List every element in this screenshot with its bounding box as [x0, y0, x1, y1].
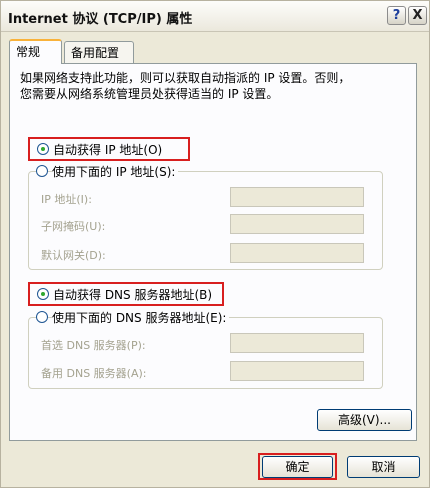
window-title: Internet 协议 (TCP/IP) 属性 — [8, 12, 193, 27]
default-gateway-field[interactable] — [230, 243, 364, 263]
description-text: 如果网络支持此功能，则可以获取自动指派的 IP 设置。否则， 您需要从网络系统管… — [20, 70, 400, 102]
default-gateway-label: 默认网关(D): — [41, 249, 106, 262]
auto-dns-radio[interactable] — [37, 288, 49, 300]
manual-dns-label[interactable]: 使用下面的 DNS 服务器地址(E): — [52, 309, 230, 326]
auto-ip-label[interactable]: 自动获得 IP 地址(O) — [53, 141, 162, 158]
advanced-button[interactable]: 高级(V)... — [317, 409, 412, 431]
tab-alternate-configuration[interactable]: 备用配置 — [64, 41, 134, 63]
alternate-dns-field[interactable] — [230, 361, 364, 381]
help-button[interactable]: ? — [387, 6, 406, 25]
auto-dns-label[interactable]: 自动获得 DNS 服务器地址(B) — [53, 286, 212, 303]
help-icon: ? — [392, 8, 401, 23]
preferred-dns-field[interactable] — [230, 333, 364, 353]
auto-ip-radio[interactable] — [37, 143, 49, 155]
subnet-mask-field[interactable] — [230, 214, 364, 234]
title-bar[interactable]: Internet 协议 (TCP/IP) 属性 ? X — [1, 1, 429, 32]
close-button[interactable]: X — [408, 6, 427, 25]
cancel-button[interactable]: 取消 — [347, 456, 420, 478]
close-icon: X — [412, 8, 423, 23]
subnet-mask-label: 子网掩码(U): — [41, 220, 106, 233]
tab-general[interactable]: 常规 — [9, 39, 62, 64]
ip-address-field[interactable] — [230, 187, 364, 207]
tcpip-properties-dialog: Internet 协议 (TCP/IP) 属性 ? X 常规 备用配置 如果网络… — [0, 0, 430, 488]
description-line: 您需要从网络系统管理员处获得适当的 IP 设置。 — [20, 87, 279, 101]
manual-dns-radio[interactable] — [36, 311, 48, 323]
ip-address-label: IP 地址(I): — [41, 193, 92, 206]
preferred-dns-label: 首选 DNS 服务器(P): — [41, 339, 146, 352]
ok-button[interactable]: 确定 — [262, 456, 333, 478]
description-line: 如果网络支持此功能，则可以获取自动指派的 IP 设置。否则， — [20, 71, 351, 85]
manual-ip-label[interactable]: 使用下面的 IP 地址(S): — [52, 163, 179, 180]
manual-ip-radio[interactable] — [36, 165, 48, 177]
alternate-dns-label: 备用 DNS 服务器(A): — [41, 367, 147, 380]
